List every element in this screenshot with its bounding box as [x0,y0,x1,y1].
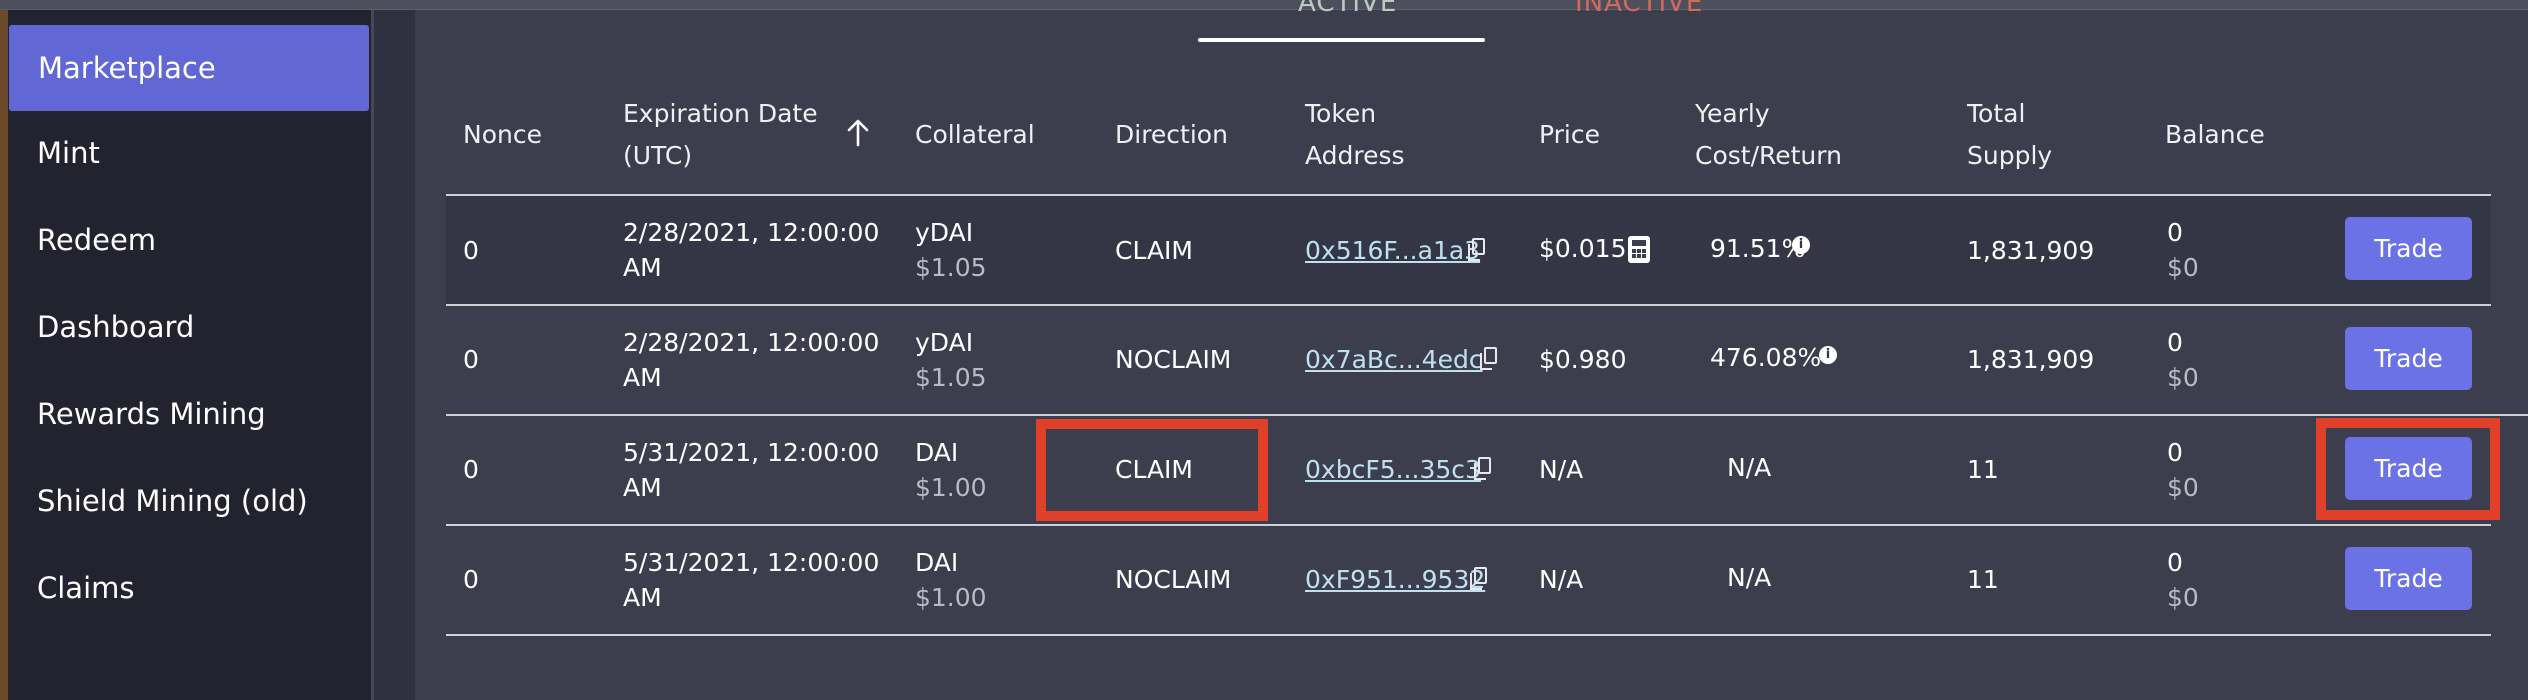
header-direction[interactable]: Direction [1115,114,1228,156]
header-collateral[interactable]: Collateral [915,114,1035,156]
header-token-line2[interactable]: Address [1305,135,1405,177]
sidebar-item-mint[interactable]: Mint [8,110,368,196]
cell-supply: 11 [1967,565,1999,594]
cell-collateral-price: $1.00 [915,473,987,502]
sidebar-item-dashboard[interactable]: Dashboard [8,284,368,370]
header-nonce[interactable]: Nonce [463,114,542,156]
cell-collateral-price: $1.05 [915,253,987,282]
token-address-link[interactable]: 0x7aBc...4edc [1305,342,1483,378]
row-divider [446,304,2491,306]
content-gutter [374,10,415,700]
cell-price: $0.015 [1539,234,1627,263]
tab-inactive[interactable]: INACTIVE [1575,0,1703,18]
sidebar-item-label: Dashboard [37,310,195,344]
sidebar-item-label: Redeem [37,223,157,257]
highlight-box-trade [2316,418,2500,520]
window-edge [0,0,8,700]
sidebar-item-claims[interactable]: Claims [8,545,368,631]
cell-price: $0.980 [1539,345,1627,374]
cell-supply: 1,831,909 [1967,345,2095,374]
header-expiration-line2[interactable]: (UTC) [623,135,692,177]
copy-icon[interactable] [1470,567,1487,590]
cell-expiration-line1: 5/31/2021, 12:00:00 [623,438,880,467]
copy-icon[interactable] [1474,457,1491,480]
cell-balance-usd: $0 [2167,473,2199,502]
cell-balance: 0 [2167,438,2183,467]
row-divider [446,414,2528,416]
cell-collateral-price: $1.05 [915,363,987,392]
sidebar-item-rewards-mining[interactable]: Rewards Mining [8,371,368,457]
header-supply-line1[interactable]: Total [1967,93,2025,135]
top-bar [0,0,2528,10]
header-expiration-line1[interactable]: Expiration Date [623,93,818,135]
header-price[interactable]: Price [1539,114,1600,156]
cell-yearly: 91.51% [1710,234,1806,263]
cell-expiration-line1: 5/31/2021, 12:00:00 [623,548,880,577]
cell-price: N/A [1539,455,1584,484]
token-address-link[interactable]: 0xF951...9532 [1305,562,1485,598]
sort-arrow-up-icon[interactable] [846,118,870,148]
cell-collateral: yDAI [915,218,974,247]
cell-price: N/A [1539,565,1584,594]
cell-collateral: DAI [915,438,959,467]
trade-button[interactable]: Trade [2345,327,2472,390]
sidebar-item-redeem[interactable]: Redeem [8,197,368,283]
cell-yearly: N/A [1727,563,1772,592]
cell-expiration-line1: 2/28/2021, 12:00:00 [623,218,880,247]
tab-active[interactable]: ACTIVE [1298,0,1397,18]
header-supply-line2[interactable]: Supply [1967,135,2052,177]
cell-collateral-price: $1.00 [915,583,987,612]
sidebar-item-shield-mining-old[interactable]: Shield Mining (old) [8,458,368,544]
sidebar: Marketplace Mint Redeem Dashboard Reward… [8,10,371,700]
sidebar-item-label: Mint [37,136,100,170]
cell-expiration-line1: 2/28/2021, 12:00:00 [623,328,880,357]
sidebar-item-label: Rewards Mining [37,397,266,431]
sidebar-item-label: Shield Mining (old) [37,484,308,518]
cell-balance-usd: $0 [2167,363,2199,392]
cell-supply: 1,831,909 [1967,236,2095,265]
cell-expiration-line2: AM [623,473,662,502]
info-icon[interactable]: i [1792,236,1810,254]
copy-icon[interactable] [1480,347,1497,370]
cell-balance: 0 [2167,548,2183,577]
cell-yearly: 476.08% [1710,343,1822,372]
info-icon[interactable]: i [1819,346,1837,364]
cell-collateral: DAI [915,548,959,577]
token-address-link[interactable]: 0xbcF5...35c3 [1305,452,1481,488]
cell-nonce: 0 [463,236,479,265]
header-yearly-line2[interactable]: Cost/Return [1695,135,1842,177]
row-divider [446,634,2491,636]
cell-expiration-line2: AM [623,583,662,612]
cell-balance-usd: $0 [2167,583,2199,612]
copy-icon[interactable] [1468,238,1485,261]
tab-active-underline [1198,38,1485,42]
sidebar-item-label: Marketplace [38,51,216,85]
cell-direction: NOCLAIM [1115,565,1232,594]
cell-collateral: yDAI [915,328,974,357]
cell-direction: CLAIM [1115,236,1194,265]
cell-nonce: 0 [463,455,479,484]
cell-expiration-line2: AM [623,363,662,392]
cell-supply: 11 [1967,455,1999,484]
sidebar-item-label: Claims [37,571,135,605]
row-divider [446,524,2491,526]
cell-nonce: 0 [463,565,479,594]
cell-balance: 0 [2167,328,2183,357]
cell-direction: NOCLAIM [1115,345,1232,374]
header-balance[interactable]: Balance [2165,114,2265,156]
highlight-box-direction [1036,419,1268,521]
header-token-line1[interactable]: Token [1305,93,1376,135]
cell-expiration-line2: AM [623,253,662,282]
trade-button[interactable]: Trade [2345,217,2472,280]
cell-nonce: 0 [463,345,479,374]
trade-button[interactable]: Trade [2345,547,2472,610]
cell-balance-usd: $0 [2167,253,2199,282]
cell-balance: 0 [2167,218,2183,247]
token-address-link[interactable]: 0x516F...a1a3 [1305,233,1480,269]
cell-yearly: N/A [1727,453,1772,482]
sidebar-item-marketplace[interactable]: Marketplace [9,25,369,111]
header-yearly-line1[interactable]: Yearly [1695,93,1770,135]
calculator-icon[interactable] [1628,236,1650,263]
